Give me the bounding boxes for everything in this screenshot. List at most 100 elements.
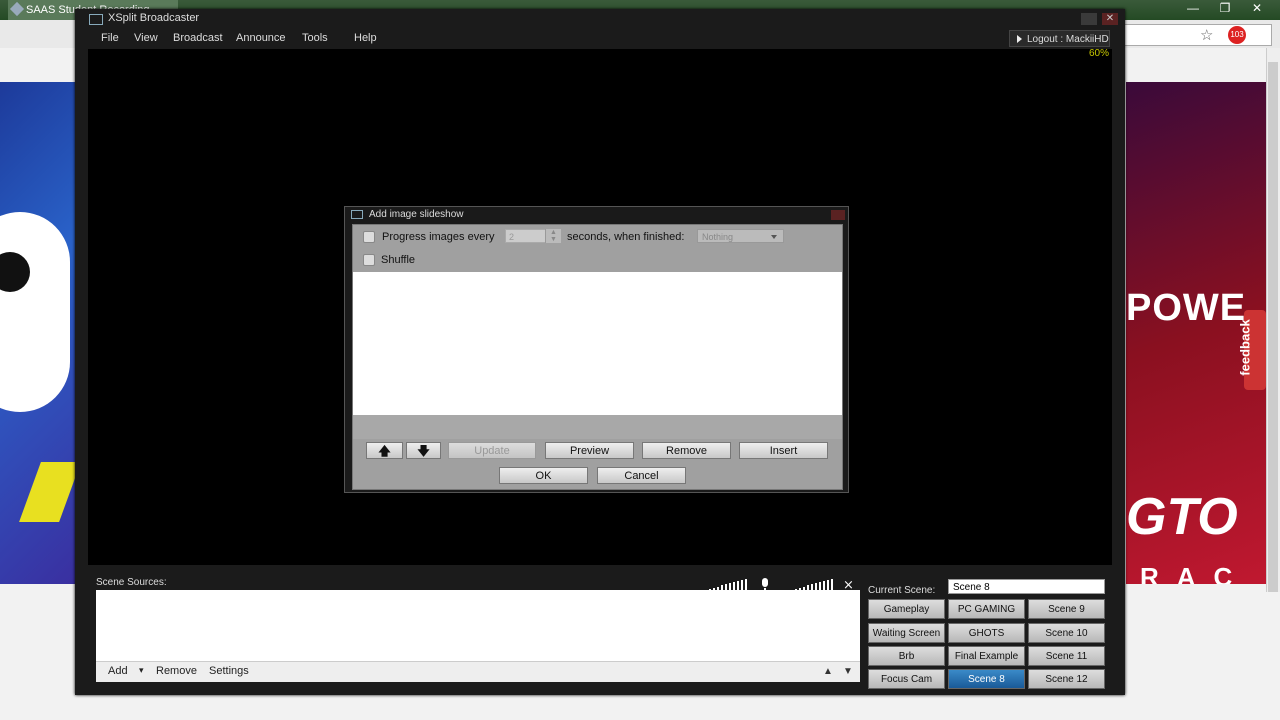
- preview-button[interactable]: Preview: [545, 442, 634, 459]
- scene-button-scene-9[interactable]: Scene 9: [1028, 599, 1105, 619]
- finish-action-select[interactable]: Nothing: [697, 229, 784, 243]
- menu-announce[interactable]: Announce: [236, 32, 286, 44]
- speaker-volume-meter[interactable]: [697, 579, 749, 595]
- scene-button-brb[interactable]: Brb: [868, 646, 945, 666]
- current-scene-label: Current Scene:: [868, 585, 936, 596]
- seconds-label: seconds, when finished:: [567, 231, 685, 243]
- browser-maximize-icon[interactable]: ❐: [1212, 0, 1238, 16]
- close-button[interactable]: ✕: [1102, 13, 1118, 25]
- move-up-button[interactable]: 🡅: [366, 442, 403, 459]
- menu-view[interactable]: View: [134, 32, 158, 44]
- menu-tools[interactable]: Tools: [302, 32, 328, 44]
- scene-button-pc-gaming[interactable]: PC GAMING: [948, 599, 1025, 619]
- add-dropdown-chevron-icon[interactable]: ▾: [139, 665, 144, 676]
- scene-button-scene-12[interactable]: Scene 12: [1028, 669, 1105, 689]
- window-titlebar[interactable]: XSplit Broadcaster ✕: [75, 9, 1125, 29]
- menu-help[interactable]: Help: [354, 32, 377, 44]
- meter-bar: [709, 589, 711, 595]
- banner-gt-text: GTO: [1126, 488, 1238, 546]
- update-button[interactable]: Update: [448, 442, 536, 459]
- meter-bar: [783, 592, 785, 595]
- mic-volume-meter[interactable]: [783, 579, 835, 595]
- zoom-level: 60%: [1089, 48, 1110, 59]
- move-down-button[interactable]: 🡇: [406, 442, 441, 459]
- cancel-button[interactable]: Cancel: [597, 467, 686, 484]
- interval-spinner[interactable]: ▲ ▼: [545, 229, 561, 243]
- scrollbar-thumb[interactable]: [1268, 62, 1278, 592]
- move-source-down-icon[interactable]: ▼: [843, 666, 853, 677]
- dialog-close-button[interactable]: [831, 210, 845, 220]
- tab-favicon-icon: [9, 1, 25, 17]
- meter-bar: [787, 591, 789, 595]
- page-banner-left: S: [0, 82, 76, 584]
- arrow-down-icon: 🡇: [417, 444, 430, 458]
- xsplit-window: XSplit Broadcaster ✕ File View Broadcast…: [75, 9, 1125, 695]
- scene-button-scene-11[interactable]: Scene 11: [1028, 646, 1105, 666]
- extension-icon[interactable]: 103: [1228, 26, 1246, 44]
- scene-button-final-example[interactable]: Final Example: [948, 646, 1025, 666]
- feedback-tab[interactable]: feedback: [1238, 310, 1266, 390]
- finish-action-value: Nothing: [702, 232, 734, 242]
- speaker-muted-icon[interactable]: ⨯: [843, 578, 857, 592]
- dialog-body: Progress images every 2 ▲ ▼ seconds, when…: [352, 224, 843, 490]
- menu-file[interactable]: File: [101, 32, 119, 44]
- meter-bar: [745, 579, 747, 595]
- sources-toolbar: Add ▾ Remove Settings ▲ ▼: [96, 661, 860, 682]
- meter-bar: [831, 579, 833, 595]
- shuffle-checkbox[interactable]: [363, 254, 375, 266]
- remove-source-button[interactable]: Remove: [156, 665, 197, 677]
- chevron-down-icon: [771, 235, 777, 239]
- image-list[interactable]: [353, 272, 842, 415]
- scene-button-scene-10[interactable]: Scene 10: [1028, 623, 1105, 643]
- menu-broadcast[interactable]: Broadcast: [173, 32, 223, 44]
- source-settings-button[interactable]: Settings: [209, 665, 249, 677]
- bottom-panel: Scene Sources: Add ▾ Remove Settings ▲ ▼…: [88, 571, 1112, 689]
- meter-bar: [823, 581, 825, 595]
- progress-checkbox[interactable]: [363, 231, 375, 243]
- lightning-bolt: [19, 462, 76, 522]
- add-image-slideshow-dialog: Add image slideshow Progress images ever…: [344, 206, 849, 493]
- dialog-monitor-icon: [351, 210, 363, 219]
- browser-close-icon[interactable]: ✕: [1244, 0, 1270, 16]
- scene-button-gameplay[interactable]: Gameplay: [868, 599, 945, 619]
- dialog-titlebar[interactable]: Add image slideshow: [345, 207, 848, 223]
- minimize-button[interactable]: [1081, 13, 1097, 25]
- meter-bar: [713, 588, 715, 595]
- meter-bar: [717, 587, 719, 595]
- insert-button[interactable]: Insert: [739, 442, 828, 459]
- scene-sources-label: Scene Sources:: [96, 577, 167, 588]
- feedback-label: feedback: [1237, 319, 1253, 376]
- bookmark-star-icon[interactable]: ☆: [1200, 26, 1213, 44]
- meter-bar: [741, 580, 743, 595]
- dialog-title: Add image slideshow: [369, 209, 464, 220]
- logout-button[interactable]: Logout : MackiiHD: [1009, 30, 1110, 47]
- meter-bar: [729, 583, 731, 595]
- scene-button-scene-8[interactable]: Scene 8: [948, 669, 1025, 689]
- meter-bar: [791, 590, 793, 595]
- meter-bar: [733, 582, 735, 595]
- browser-minimize-icon[interactable]: —: [1180, 0, 1206, 16]
- add-source-button[interactable]: Add: [108, 665, 128, 677]
- microphone-icon[interactable]: [761, 578, 769, 592]
- move-source-up-icon[interactable]: ▲: [823, 666, 833, 677]
- scene-button-ghots-special[interactable]: GHOTS SPECIAL: [948, 623, 1025, 659]
- menu-bar: File View Broadcast Announce Tools Help: [88, 29, 1112, 49]
- meter-bar: [795, 589, 797, 595]
- meter-bar: [819, 582, 821, 595]
- ok-button[interactable]: OK: [499, 467, 588, 484]
- banner-race-text: RAC: [1140, 562, 1251, 584]
- play-arrow-icon: [1017, 35, 1022, 43]
- scene-button-focus-cam[interactable]: Focus Cam: [868, 669, 945, 689]
- meter-bar: [811, 584, 813, 595]
- banner-power-text: POWE: [1126, 287, 1247, 329]
- browser-address-input[interactable]: [1120, 24, 1272, 46]
- panda-art: [0, 212, 70, 412]
- scene-sources-list[interactable]: [96, 590, 860, 661]
- remove-button[interactable]: Remove: [642, 442, 731, 459]
- meter-bar: [799, 588, 801, 595]
- scene-button-waiting-screen[interactable]: Waiting Screen: [868, 623, 945, 643]
- app-monitor-icon: [89, 14, 103, 25]
- logout-label: Logout : MackiiHD: [1027, 34, 1109, 45]
- current-scene-input[interactable]: Scene 8: [948, 579, 1105, 594]
- arrow-up-icon: 🡅: [378, 444, 391, 458]
